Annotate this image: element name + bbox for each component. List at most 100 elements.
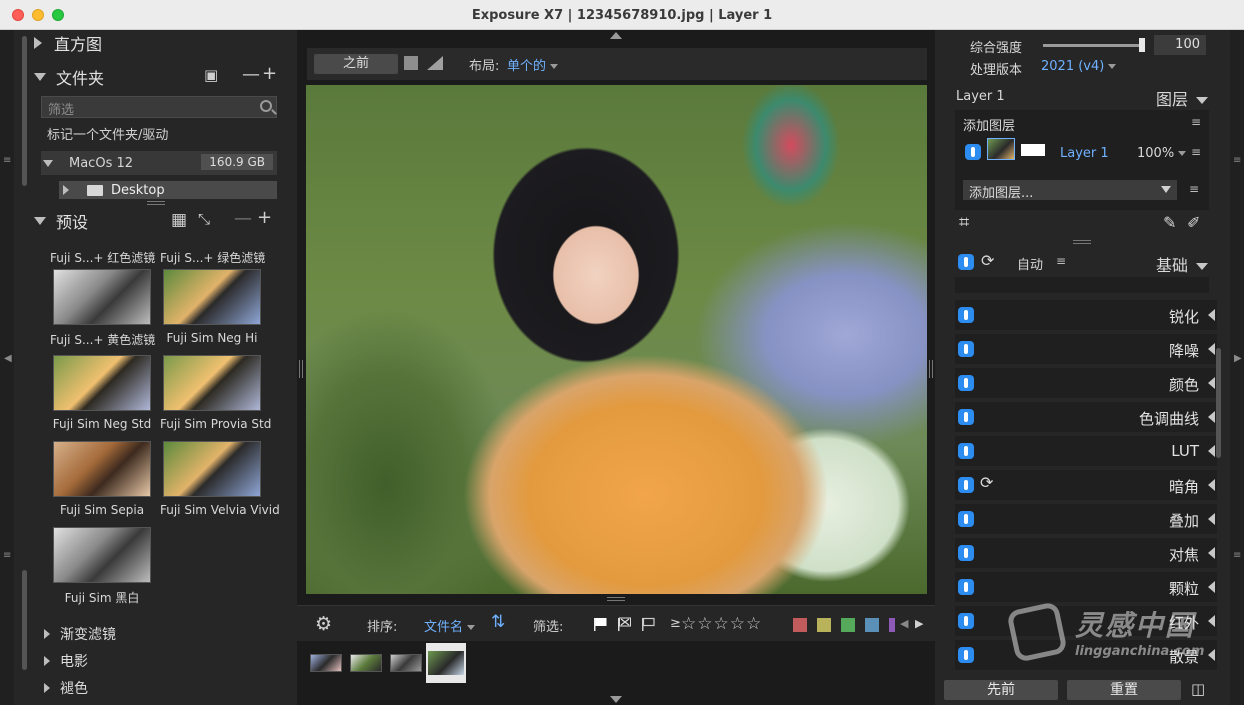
panel-toggle[interactable] [958,511,974,527]
sort-direction-icon[interactable]: ⇅ [491,612,505,632]
panel-toggle[interactable] [958,341,974,357]
preset-item[interactable]: Fuji Sim Neg Std [50,355,154,431]
add-layer-label[interactable]: 添加图层 [963,115,1015,134]
panel-toggle[interactable] [958,375,974,391]
basic-panel-header[interactable]: 基础 [1156,252,1209,276]
panel-grain[interactable]: 颗粒 [955,572,1217,602]
color-label-yellow[interactable] [817,618,831,632]
left-scrollbar-top[interactable] [22,36,27,186]
panel-overlays[interactable]: 叠加 [955,504,1217,534]
filmstrip-resize-handle[interactable] [607,597,625,601]
reset-button[interactable]: 重置 [1067,680,1181,700]
process-version-dropdown[interactable]: 2021 (v4) [1041,59,1117,74]
background-color-icon[interactable] [404,56,418,70]
panel-noise-reduction[interactable]: 降噪 [955,334,1217,364]
collapse-top-icon[interactable] [610,32,622,39]
layer-thumbnail[interactable] [987,138,1015,160]
before-button[interactable]: 之前 [314,54,398,74]
filmstrip-thumbnail[interactable] [390,654,422,672]
add-preset-icon[interactable]: + [257,207,272,228]
panel-toggle[interactable] [958,409,974,425]
color-label-red[interactable] [793,618,807,632]
strength-slider-thumb[interactable] [1139,38,1145,52]
layer-row-menu-icon[interactable]: ≡ [1191,145,1201,159]
right-divider-handle[interactable] [1073,240,1091,244]
color-label-green[interactable] [841,618,855,632]
layer-name[interactable]: Layer 1 [1060,146,1109,161]
collapse-right-icon[interactable]: ▶ [1234,353,1242,364]
preset-item[interactable]: Fuji Sim Provia Std [160,355,271,431]
drive-row[interactable]: MacOs 12 160.9 GB [41,151,277,175]
refresh-icon[interactable]: ⟳ [980,473,993,492]
layers-header[interactable]: 图层 [1156,86,1209,110]
filmstrip-thumbnail[interactable] [310,654,342,672]
grid-view-icon[interactable]: ▦ [171,210,187,230]
filmstrip-thumbnail-selected[interactable] [426,643,466,683]
add-layer-dropdown[interactable]: 添加图层... [963,180,1177,201]
preset-item[interactable]: Fuji S...+ 绿色滤镜 [160,243,265,266]
scroll-left-icon[interactable]: ◀ [900,617,908,630]
rating-stars[interactable]: ☆☆☆☆☆ [681,614,762,634]
flag-reject-icon[interactable] [617,617,631,631]
preset-item[interactable]: Fuji S...+ 红色滤镜 [50,243,155,266]
previous-button[interactable]: 先前 [944,680,1058,700]
flag-pick-icon[interactable] [593,617,607,631]
preset-item[interactable]: Fuji S...+ 黄色滤镜 [50,269,155,348]
folder-view-icon[interactable]: ▣ [204,66,218,84]
right-grip-icon-2[interactable]: ≡ [1233,550,1241,561]
strength-slider-track[interactable] [1043,44,1145,47]
flag-unflagged-icon[interactable] [641,617,655,631]
basic-visibility-toggle[interactable] [958,254,974,270]
left-scrollbar-bottom[interactable] [22,570,27,670]
left-panel-resize-grip[interactable] [299,360,303,378]
auto-label[interactable]: 自动 [1017,254,1043,273]
folders-divider-handle[interactable] [147,201,165,205]
filmstrip-thumbnail[interactable] [350,654,382,672]
crop-icon[interactable]: ⌗ [959,212,969,233]
layers-menu-icon[interactable]: ≡ [1191,115,1201,129]
preset-item[interactable]: Fuji Sim 黑白 [50,527,154,606]
preset-item[interactable]: Fuji Sim Velvia Vivid [160,441,280,517]
refresh-icon[interactable]: ⟳ [981,251,994,270]
preset-item[interactable]: Fuji Sim Sepia [50,441,154,517]
panel-focus[interactable]: 对焦 [955,538,1217,568]
panel-toggle[interactable] [958,579,974,595]
left-grip-icon-2[interactable]: ≡ [3,550,11,561]
preset-item[interactable]: Fuji Sim Neg Hi [160,269,264,345]
layer-opacity-dropdown[interactable]: 100% [1137,146,1187,161]
panel-color[interactable]: 颜色 [955,368,1217,398]
layout-dropdown[interactable]: 单个的 [507,55,559,74]
sort-dropdown[interactable]: 文件名 [424,616,476,635]
brush-icon[interactable]: ✐ [1187,213,1200,232]
layer-options-icon[interactable]: ≡ [1189,182,1199,196]
category-faded[interactable]: 褪色 [44,678,88,698]
scroll-right-icon[interactable]: ▶ [915,617,923,630]
right-panel-resize-grip[interactable] [929,360,933,378]
collapse-all-icon[interactable]: ⤡ [198,210,210,228]
color-label-blue[interactable] [865,618,879,632]
panel-layout-icon[interactable]: ◫ [1191,680,1205,698]
histogram-section-header[interactable]: 直方图 [34,30,102,56]
folder-search-input[interactable]: 筛选 [41,96,277,118]
panel-toggle[interactable] [958,443,974,459]
remove-folder-icon[interactable]: — [242,64,260,85]
left-grip-icon[interactable]: ≡ [3,155,11,166]
panel-sharpen[interactable]: 锐化 [955,300,1217,330]
panel-tone-curve[interactable]: 色调曲线 [955,402,1217,432]
collapse-bottom-icon[interactable] [610,696,622,703]
category-film[interactable]: 电影 [44,651,88,671]
main-photo[interactable] [306,85,927,594]
strength-value-input[interactable]: 100 [1154,35,1206,55]
add-folder-icon[interactable]: + [262,63,277,84]
gear-icon[interactable]: ⚙ [315,613,332,635]
layer-mask-thumbnail[interactable] [1021,144,1045,156]
panel-toggle[interactable] [958,647,974,663]
basic-menu-icon[interactable]: ≡ [1056,254,1066,268]
eraser-icon[interactable]: ✎ [1163,213,1176,232]
remove-preset-icon[interactable]: — [234,208,252,229]
split-view-icon[interactable] [427,56,443,70]
desktop-folder-row[interactable]: Desktop [59,181,277,199]
panel-toggle[interactable] [958,613,974,629]
layer-visibility-toggle[interactable] [965,144,981,160]
panel-lut[interactable]: LUT [955,436,1217,466]
